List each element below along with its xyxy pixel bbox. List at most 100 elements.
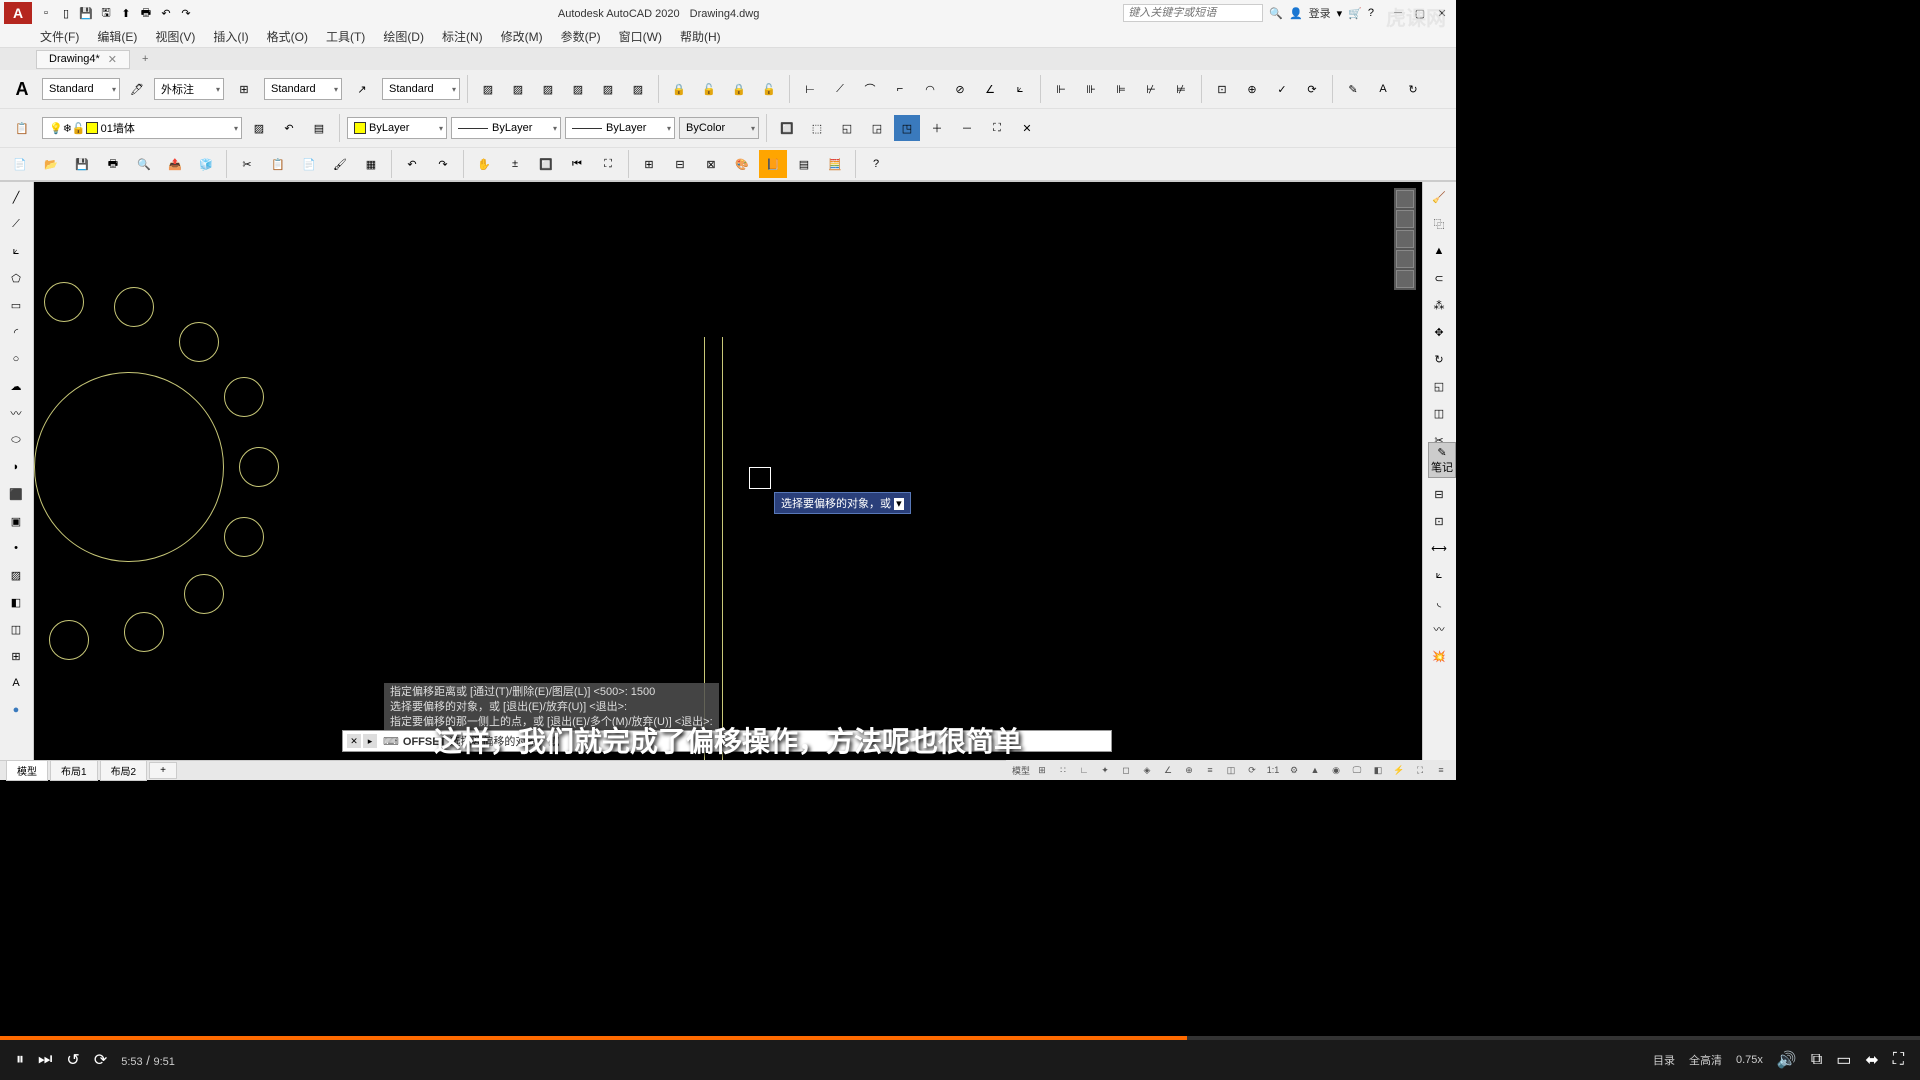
color-dropdown[interactable]: ByLayer <box>347 117 447 139</box>
dim-text-edit-icon[interactable]: A <box>1370 76 1396 102</box>
layer-tool-4-icon[interactable]: ▨ <box>565 76 591 102</box>
zoom-dynamic-icon[interactable]: ⬚ <box>804 115 830 141</box>
layer-tool-5-icon[interactable]: ▨ <box>595 76 621 102</box>
dim-diameter-icon[interactable]: ⊘ <box>947 76 973 102</box>
pause-button[interactable]: ⏸ <box>16 1051 24 1069</box>
dim-angular-icon[interactable]: ∠ <box>977 76 1003 102</box>
cmdline-close-icon[interactable]: ✕ <box>347 734 361 748</box>
status-grid-icon[interactable]: ⊞ <box>1033 762 1051 778</box>
ellipse-icon[interactable]: ⬭ <box>2 427 30 453</box>
print-icon[interactable]: 🖶 <box>99 150 127 178</box>
offset-icon[interactable]: ⊂ <box>1425 265 1453 291</box>
replay-button[interactable]: ↺ <box>66 1050 79 1070</box>
linetype-dropdown[interactable]: ByLayer <box>565 117 675 139</box>
zoom-scale-icon[interactable]: ◱ <box>834 115 860 141</box>
dim-edit-icon[interactable]: ✎ <box>1340 76 1366 102</box>
infocenter-icon[interactable]: 🔍 <box>1269 7 1283 20</box>
layer-tool-3-icon[interactable]: ▨ <box>535 76 561 102</box>
pan-icon[interactable]: ✋ <box>470 150 498 178</box>
circle-object[interactable] <box>239 447 279 487</box>
zoom-extents-icon[interactable]: ✕ <box>1014 115 1040 141</box>
tab-add-button[interactable]: + <box>134 51 156 67</box>
3d-icon[interactable]: 🧊 <box>192 150 220 178</box>
volume-icon[interactable]: 🔊 <box>1777 1050 1797 1070</box>
layout2-tab[interactable]: 布局2 <box>100 760 148 781</box>
status-hw-icon[interactable]: ⚡ <box>1390 762 1408 778</box>
break-icon[interactable]: ⊡ <box>1425 508 1453 534</box>
grid-2-icon[interactable]: ⊟ <box>666 150 694 178</box>
center-mark-icon[interactable]: ⊕ <box>1239 76 1265 102</box>
layer-tool-1-icon[interactable]: ▨ <box>475 76 501 102</box>
status-3dosnap-icon[interactable]: ◈ <box>1138 762 1156 778</box>
insert-block-icon[interactable]: ⬛ <box>2 481 30 507</box>
gradient-icon[interactable]: ◧ <box>2 589 30 615</box>
table-style-dropdown[interactable]: Standard <box>264 78 342 100</box>
cut-icon[interactable]: ✂ <box>233 150 261 178</box>
notes-button[interactable]: ✎ 笔记 <box>1428 442 1456 478</box>
layer-match-icon[interactable]: ▨ <box>246 115 272 141</box>
status-ws-icon[interactable]: ◉ <box>1327 762 1345 778</box>
scale-icon[interactable]: ◱ <box>1425 373 1453 399</box>
make-block-icon[interactable]: ▣ <box>2 508 30 534</box>
layer-dropdown[interactable]: 💡❄🔓 01墙体 <box>42 117 242 139</box>
mleader-icon[interactable]: ↗ <box>346 73 378 105</box>
circle-object[interactable] <box>224 377 264 417</box>
lineweight-dropdown[interactable]: ByLayer <box>451 117 561 139</box>
array-icon[interactable]: ⁂ <box>1425 292 1453 318</box>
join-icon[interactable]: ⟷ <box>1425 535 1453 561</box>
layer-state-icon[interactable]: ▤ <box>306 115 332 141</box>
ellipse-arc-icon[interactable]: ◗ <box>2 454 30 480</box>
search-input[interactable] <box>1123 4 1263 22</box>
status-trans-icon[interactable]: ◫ <box>1222 762 1240 778</box>
nav-wheel-icon[interactable] <box>1396 190 1414 208</box>
plotstyle-dropdown[interactable]: ByColor <box>679 117 759 139</box>
spline-icon[interactable]: 〰 <box>2 400 30 426</box>
text-style-dropdown[interactable]: Standard <box>42 78 120 100</box>
markup-icon[interactable]: ▤ <box>790 150 818 178</box>
match-props-icon[interactable]: 🖌 <box>326 150 354 178</box>
mtext-icon[interactable]: A <box>2 670 30 696</box>
redo-icon[interactable]: ↷ <box>178 5 194 21</box>
menu-file[interactable]: 文件(F) <box>40 28 79 45</box>
paste-icon[interactable]: 📄 <box>295 150 323 178</box>
drawing-canvas[interactable]: 选择要偏移的对象，或 ▾ 指定偏移距离或 [通过(T)/删除(E)/图层(L)]… <box>34 182 1422 760</box>
xline-icon[interactable]: ⟋ <box>2 211 30 237</box>
nav-orbit-icon[interactable] <box>1396 250 1414 268</box>
status-monitor-icon[interactable]: 🖵 <box>1348 762 1366 778</box>
layer-lock-2-icon[interactable]: 🔓 <box>696 76 722 102</box>
save-icon[interactable]: 💾 <box>78 5 94 21</box>
circle-object[interactable] <box>44 282 84 322</box>
redo-btn-icon[interactable]: ↷ <box>429 150 457 178</box>
status-ortho-icon[interactable]: ∟ <box>1075 762 1093 778</box>
break-point-icon[interactable]: ⊟ <box>1425 481 1453 507</box>
circle-object[interactable] <box>179 322 219 362</box>
undo-btn-icon[interactable]: ↶ <box>398 150 426 178</box>
menu-draw[interactable]: 绘图(D) <box>383 28 424 45</box>
zoom-all-icon[interactable]: ⛶ <box>984 115 1010 141</box>
zoom-prev-icon[interactable]: ⏮ <box>563 150 591 178</box>
circle-object[interactable] <box>124 612 164 652</box>
toc-button[interactable]: 目录 <box>1653 1052 1675 1068</box>
chamfer-icon[interactable]: ⟀ <box>1425 562 1453 588</box>
new-file-icon[interactable]: 📄 <box>6 150 34 178</box>
table-style-icon[interactable]: ⊞ <box>228 73 260 105</box>
fullscreen-icon[interactable]: ⛶ <box>1893 1051 1904 1069</box>
exchange-icon[interactable]: ▾ <box>1337 7 1343 20</box>
rectangle-icon[interactable]: ▭ <box>2 292 30 318</box>
table-icon[interactable]: ⊞ <box>2 643 30 669</box>
layer-lock-3-icon[interactable]: 🔒 <box>726 76 752 102</box>
status-iso-icon[interactable]: ◧ <box>1369 762 1387 778</box>
theater-icon[interactable]: ▭ <box>1836 1050 1851 1070</box>
speed-button[interactable]: 0.75x <box>1736 1054 1763 1066</box>
dim-jogged-icon[interactable]: ⟀ <box>1007 76 1033 102</box>
dim-radius-icon[interactable]: ◠ <box>917 76 943 102</box>
undo-icon[interactable]: ↶ <box>158 5 174 21</box>
polygon-icon[interactable]: ⬠ <box>2 265 30 291</box>
help-icon[interactable]: ? <box>1368 7 1374 19</box>
explode-icon[interactable]: 💥 <box>1425 643 1453 669</box>
nav-showmotion-icon[interactable] <box>1396 270 1414 288</box>
dim-quick-icon[interactable]: ⊩ <box>1048 76 1074 102</box>
inspect-icon[interactable]: ✓ <box>1269 76 1295 102</box>
mleader-dropdown[interactable]: Standard <box>382 78 460 100</box>
palette-icon[interactable]: 🎨 <box>728 150 756 178</box>
